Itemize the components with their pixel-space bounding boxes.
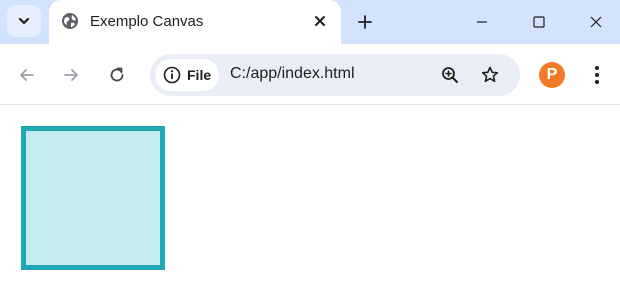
reload-button[interactable] [103,61,131,89]
maximize-icon [533,16,545,28]
site-info-label: File [187,67,212,83]
info-icon [163,66,181,84]
forward-button[interactable] [57,61,85,89]
minimize-icon [477,21,487,23]
back-button[interactable] [13,61,41,89]
address-bar[interactable]: File C:/app/index.html [150,54,520,96]
close-icon [315,16,325,26]
browser-toolbar: File C:/app/index.html P [0,44,620,105]
profile-avatar[interactable]: P [539,62,565,88]
chevron-down-icon [18,17,30,25]
new-tab-button[interactable] [352,9,378,35]
close-window-icon [590,16,602,28]
close-window-button[interactable] [581,8,611,36]
tab-strip: Exemplo Canvas [0,0,620,44]
profile-initial: P [546,66,558,83]
page-content [0,105,620,284]
site-info-chip[interactable]: File [155,59,219,91]
more-options-icon[interactable] [587,64,607,86]
minimize-button[interactable] [467,8,497,36]
plus-icon [358,15,372,29]
tab-search-button[interactable] [7,5,41,37]
active-tab[interactable]: Exemplo Canvas [49,0,341,44]
arrow-right-icon [64,69,78,81]
bookmark-star-icon[interactable] [480,65,500,85]
zoom-icon[interactable] [440,65,460,85]
close-tab-button[interactable] [311,12,329,30]
arrow-left-icon [20,69,34,81]
tab-title: Exemplo Canvas [90,13,204,30]
globe-icon [62,13,78,29]
maximize-button[interactable] [524,8,554,36]
canvas-square [21,126,165,270]
reload-icon [110,67,124,82]
url-text[interactable]: C:/app/index.html [230,65,355,83]
